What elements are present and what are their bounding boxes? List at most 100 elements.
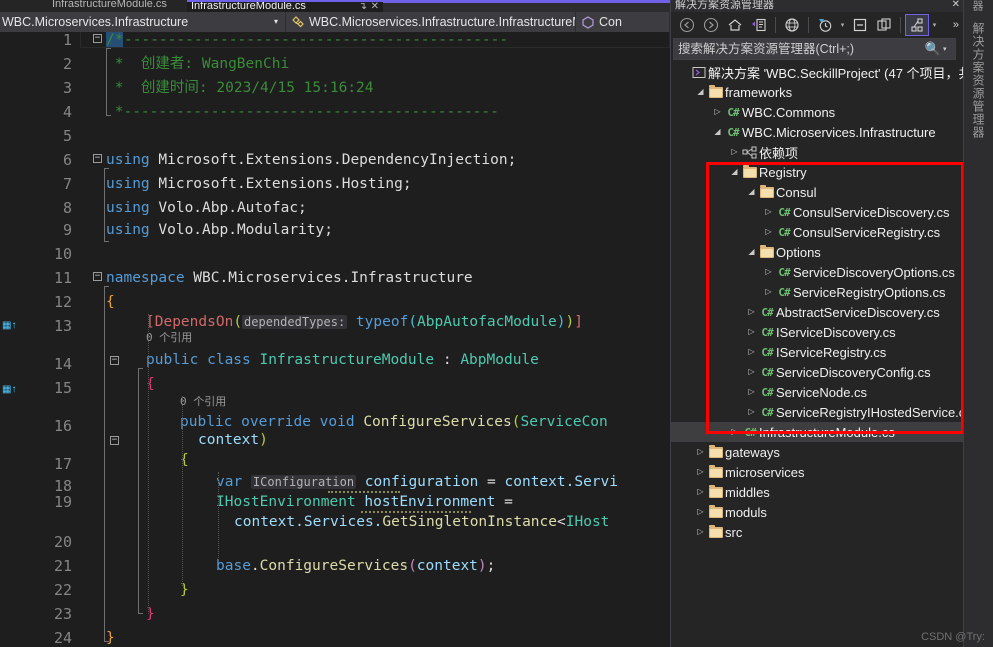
tree-item-[interactable]: ▷ 依赖项 bbox=[671, 142, 964, 162]
chevron-collapsed-icon[interactable]: ▷ bbox=[711, 102, 724, 122]
codelens-references[interactable]: 0 个引用 bbox=[180, 396, 226, 408]
chevron-collapsed-icon[interactable]: ▷ bbox=[762, 222, 775, 242]
chevron-collapsed-icon[interactable]: ▷ bbox=[694, 502, 707, 522]
tree-item-wbc-commons[interactable]: ▷ C# WBC.Commons bbox=[671, 102, 964, 122]
chevron-down-icon[interactable]: ▾ bbox=[943, 45, 955, 53]
collapse-all-icon[interactable] bbox=[848, 14, 872, 36]
chevron-collapsed-icon[interactable]: ▷ bbox=[745, 382, 758, 402]
solution-tree[interactable]: 解决方案 'WBC.SeckillProject' (47 个项目，共 4 ◢ fr… bbox=[671, 62, 964, 622]
codelens-indicator-icon[interactable]: ▦↑ bbox=[2, 384, 22, 396]
tree-item-src[interactable]: ▷ src bbox=[671, 522, 964, 542]
chevron-collapsed-icon[interactable]: ▷ bbox=[745, 362, 758, 382]
tree-item-middles[interactable]: ▷ middles bbox=[671, 482, 964, 502]
codelens-references[interactable]: 0 个引用 bbox=[146, 332, 192, 344]
chevron-expanded-icon[interactable]: ◢ bbox=[745, 242, 758, 262]
tree-item-label: middles bbox=[725, 484, 770, 500]
outlining-collapse-icon[interactable]: − bbox=[93, 272, 102, 281]
tree-item-wbc-seckillproject-47-4[interactable]: 解决方案 'WBC.SeckillProject' (47 个项目，共 4 bbox=[671, 62, 964, 82]
chevron-down-icon[interactable]: ▾ bbox=[274, 18, 278, 26]
tree-item-consulservicediscovery-cs[interactable]: ▷ C# ConsulServiceDiscovery.cs bbox=[671, 202, 964, 222]
codelens-indicator-icon[interactable]: ▦↑ bbox=[2, 320, 22, 332]
tree-item-registry[interactable]: ◢ Registry bbox=[671, 162, 964, 182]
editor-tab-active[interactable]: InfrastructureModule.cs ↴ ✕ bbox=[187, 0, 383, 12]
chevron-collapsed-icon[interactable]: ▷ bbox=[745, 342, 758, 362]
chevron-collapsed-icon[interactable]: ▷ bbox=[762, 202, 775, 222]
outlining-collapse-icon[interactable]: − bbox=[110, 436, 119, 445]
tree-item-servicediscoveryconfig-cs[interactable]: ▷ C# ServiceDiscoveryConfig.cs bbox=[671, 362, 964, 382]
namespace-block-guide bbox=[104, 286, 109, 642]
tree-item-infrastructuremodule-cs[interactable]: ▷ C# InfrastructureModule.cs bbox=[671, 422, 964, 442]
tree-item-microservices[interactable]: ▷ microservices bbox=[671, 462, 964, 482]
tree-item-iservicediscovery-cs[interactable]: ▷ C# IServiceDiscovery.cs bbox=[671, 322, 964, 342]
chevron-collapsed-icon[interactable]: ▷ bbox=[762, 262, 775, 282]
editor-glyph-margin: ▦↑ ▦↑ bbox=[0, 32, 30, 647]
forward-arrow-icon[interactable] bbox=[699, 14, 723, 36]
chevron-collapsed-icon[interactable]: ▷ bbox=[745, 322, 758, 342]
toolbar-overflow-icon[interactable]: » bbox=[953, 20, 960, 31]
tree-item-label: IServiceDiscovery.cs bbox=[776, 324, 896, 340]
chevron-collapsed-icon[interactable]: ▷ bbox=[694, 522, 707, 542]
chevron-collapsed-icon[interactable]: ▷ bbox=[728, 142, 741, 162]
tree-item-consulserviceregistry-cs[interactable]: ▷ C# ConsulServiceRegistry.cs bbox=[671, 222, 964, 242]
code-namespace: Microsoft.Extensions.Hosting; bbox=[149, 176, 412, 192]
tree-item-label: src bbox=[725, 524, 743, 540]
chevron-down-icon[interactable]: ▾ bbox=[929, 14, 940, 36]
chevron-collapsed-icon[interactable]: ▷ bbox=[745, 302, 758, 322]
tree-item-servicenode-cs[interactable]: ▷ C# ServiceNode.cs bbox=[671, 382, 964, 402]
navbar-type-dropdown[interactable]: WBC.Microservices.Infrastructure.Infrast… bbox=[286, 12, 576, 32]
solution-explorer-view-icon[interactable] bbox=[905, 14, 929, 36]
editor-tab-inactive[interactable]: InfrastructureModule.cs bbox=[0, 0, 187, 12]
chevron-expanded-icon[interactable]: ◢ bbox=[694, 82, 707, 102]
chevron-collapsed-icon[interactable]: ▷ bbox=[762, 282, 775, 302]
chevron-down-icon[interactable]: ▾ bbox=[837, 14, 848, 36]
pending-changes-filter-icon[interactable] bbox=[813, 14, 837, 36]
tree-item-serviceregistryoptions-cs[interactable]: ▷ C# ServiceRegistryOptions.cs bbox=[671, 282, 964, 302]
code-method-name: GetSingletonInstance bbox=[382, 514, 558, 530]
pin-tab-icon[interactable]: ↴ bbox=[359, 2, 367, 12]
solution-explorer-title: 解决方案资源管理器 ✕ bbox=[671, 0, 964, 12]
tree-item-options[interactable]: ◢ Options bbox=[671, 242, 964, 262]
sync-with-active-document-icon[interactable] bbox=[747, 14, 771, 36]
close-panel-icon[interactable]: ✕ bbox=[952, 0, 960, 10]
tree-item-servicediscoveryoptions-cs[interactable]: ▷ C# ServiceDiscoveryOptions.cs bbox=[671, 262, 964, 282]
chevron-collapsed-icon[interactable]: ▷ bbox=[728, 422, 741, 442]
navbar-project-dropdown[interactable]: WBC.Microservices.Infrastructure ▾ bbox=[0, 12, 286, 32]
refresh-icon[interactable] bbox=[780, 14, 804, 36]
outlining-collapse-icon[interactable]: − bbox=[110, 356, 119, 365]
tree-item-abstractservicediscovery-cs[interactable]: ▷ C# AbstractServiceDiscovery.cs bbox=[671, 302, 964, 322]
show-all-files-icon[interactable] bbox=[872, 14, 896, 36]
back-arrow-icon[interactable] bbox=[675, 14, 699, 36]
outlining-collapse-icon[interactable]: − bbox=[93, 154, 102, 163]
tree-item-gateways[interactable]: ▷ gateways bbox=[671, 442, 964, 462]
editor-text-surface[interactable]: − /* -----------------------------------… bbox=[80, 32, 670, 647]
line-number: 21 bbox=[53, 557, 72, 575]
home-icon[interactable] bbox=[723, 14, 747, 36]
search-input[interactable] bbox=[674, 42, 923, 56]
solution-explorer-vertical-tab[interactable]: 解决方案资源管理器 bbox=[970, 22, 987, 139]
chevron-collapsed-icon[interactable]: ▷ bbox=[745, 402, 758, 422]
close-tab-icon[interactable]: ✕ bbox=[371, 2, 379, 12]
chevron-collapsed-icon[interactable]: ▷ bbox=[694, 462, 707, 482]
chevron-expanded-icon[interactable]: ◢ bbox=[745, 182, 758, 202]
tree-item-moduls[interactable]: ▷ moduls bbox=[671, 502, 964, 522]
tree-item-iserviceregistry-cs[interactable]: ▷ C# IServiceRegistry.cs bbox=[671, 342, 964, 362]
line-number: 2 bbox=[62, 55, 72, 73]
chevron-expanded-icon[interactable]: ◢ bbox=[728, 162, 741, 182]
using-block-guide bbox=[104, 168, 109, 242]
csharp-file-icon: C# bbox=[778, 225, 790, 239]
navbar-member-dropdown[interactable]: Con bbox=[576, 12, 670, 32]
search-icon[interactable]: 🔍 bbox=[923, 41, 943, 57]
tree-item-wbc-microservices-infrastructure[interactable]: ◢ C# WBC.Microservices.Infrastructure bbox=[671, 122, 964, 142]
tree-item-frameworks[interactable]: ◢ frameworks bbox=[671, 82, 964, 102]
chevron-collapsed-icon[interactable]: ▷ bbox=[694, 442, 707, 462]
code-keyword: class bbox=[198, 352, 260, 368]
tree-item-label: ConsulServiceRegistry.cs bbox=[793, 224, 941, 240]
code-operator: = bbox=[495, 494, 513, 510]
solution-explorer-search[interactable]: 🔍 ▾ bbox=[673, 38, 956, 60]
chevron-collapsed-icon[interactable]: ▷ bbox=[694, 482, 707, 502]
chevron-expanded-icon[interactable]: ◢ bbox=[711, 122, 724, 142]
line-number: 7 bbox=[62, 175, 72, 193]
tree-item-consul[interactable]: ◢ Consul bbox=[671, 182, 964, 202]
tree-item-serviceregistryihostedservice-cs[interactable]: ▷ C# ServiceRegistryIHostedService.cs bbox=[671, 402, 964, 422]
code-editor[interactable]: ▦↑ ▦↑ 1 2 3 4 5 6 7 8 9 10 11 12 13 14 1… bbox=[0, 32, 670, 647]
